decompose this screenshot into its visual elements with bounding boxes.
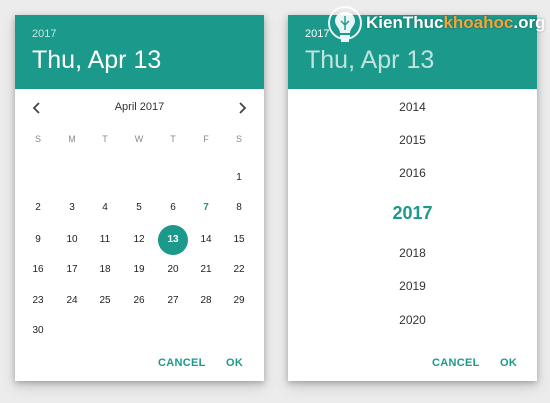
calendar-day[interactable]: 29: [226, 292, 252, 310]
weekday-label: S: [34, 134, 41, 144]
calendar-day[interactable]: 15: [226, 231, 252, 249]
weekday-label: T: [170, 134, 176, 144]
calendar-day[interactable]: 22: [226, 261, 252, 279]
calendar-day[interactable]: 28: [193, 292, 219, 310]
watermark-text-suffix: .org: [513, 13, 546, 32]
calendar-day[interactable]: 14: [193, 231, 219, 249]
calendar-day[interactable]: 6: [160, 199, 186, 217]
year-item[interactable]: 2018: [288, 246, 537, 260]
calendar-day[interactable]: 12: [126, 231, 152, 249]
calendar-day[interactable]: 10: [59, 231, 85, 249]
year-item-selected[interactable]: 2017: [288, 203, 537, 224]
cancel-button[interactable]: CANCEL: [158, 357, 206, 369]
calendar-day[interactable]: 27: [160, 292, 186, 310]
calendar-day[interactable]: 16: [25, 261, 51, 279]
calendar-day[interactable]: 21: [193, 261, 219, 279]
weekday-label: F: [203, 134, 209, 144]
calendar-day[interactable]: 7: [193, 199, 219, 217]
calendar-day[interactable]: 1: [226, 169, 252, 187]
calendar-day[interactable]: 11: [92, 231, 118, 249]
ok-button[interactable]: OK: [500, 357, 517, 369]
header-date[interactable]: Thu, Apr 13: [32, 46, 161, 75]
header-year[interactable]: 2017: [32, 28, 56, 40]
calendar-day[interactable]: 20: [160, 261, 186, 279]
weekday-label: S: [235, 134, 242, 144]
calendar-day[interactable]: 9: [25, 231, 51, 249]
calendar-day[interactable]: 18: [92, 261, 118, 279]
calendar-day[interactable]: 4: [92, 199, 118, 217]
watermark-text-accent: khoahoc: [443, 13, 514, 32]
weekday-label: T: [102, 134, 108, 144]
month-navigation: April 2017: [15, 99, 264, 117]
year-item[interactable]: 2016: [288, 166, 537, 180]
header-date[interactable]: Thu, Apr 13: [305, 46, 434, 75]
year-item[interactable]: 2015: [288, 133, 537, 147]
calendar-day[interactable]: 23: [25, 292, 51, 310]
date-picker-calendar-dialog: 2017 Thu, Apr 13 April 2017 SMTWTFS 1234…: [15, 15, 264, 381]
chevron-right-icon[interactable]: [236, 102, 248, 114]
cancel-button[interactable]: CANCEL: [432, 357, 480, 369]
year-item[interactable]: 2014: [288, 100, 537, 114]
calendar-day[interactable]: 24: [59, 292, 85, 310]
calendar-day[interactable]: 17: [59, 261, 85, 279]
calendar-day[interactable]: 19: [126, 261, 152, 279]
ok-button[interactable]: OK: [226, 357, 243, 369]
calendar-day[interactable]: 26: [126, 292, 152, 310]
weekday-label: M: [68, 134, 76, 144]
calendar-day[interactable]: 2: [25, 199, 51, 217]
year-item[interactable]: 2019: [288, 279, 537, 293]
calendar-day-selected[interactable]: 13: [160, 231, 186, 249]
calendar-day[interactable]: 25: [92, 292, 118, 310]
month-label: April 2017: [114, 101, 165, 113]
weekday-label: W: [134, 134, 144, 144]
calendar-day[interactable]: 3: [59, 199, 85, 217]
calendar-day[interactable]: 5: [126, 199, 152, 217]
dialog-header: 2017 Thu, Apr 13: [15, 15, 264, 89]
watermark-logo: KienThuckhoahoc.org: [325, 4, 547, 48]
date-picker-year-dialog: 2017 Thu, Apr 13 2014 2015 2016 2017 2018 201…: [288, 15, 537, 381]
watermark-text-main: KienThuc: [366, 13, 444, 32]
calendar-day[interactable]: 8: [226, 199, 252, 217]
calendar-day[interactable]: 30: [25, 322, 51, 340]
year-item[interactable]: 2020: [288, 313, 537, 327]
lightbulb-icon: [325, 4, 365, 48]
watermark-text: KienThuckhoahoc.org: [366, 13, 545, 33]
